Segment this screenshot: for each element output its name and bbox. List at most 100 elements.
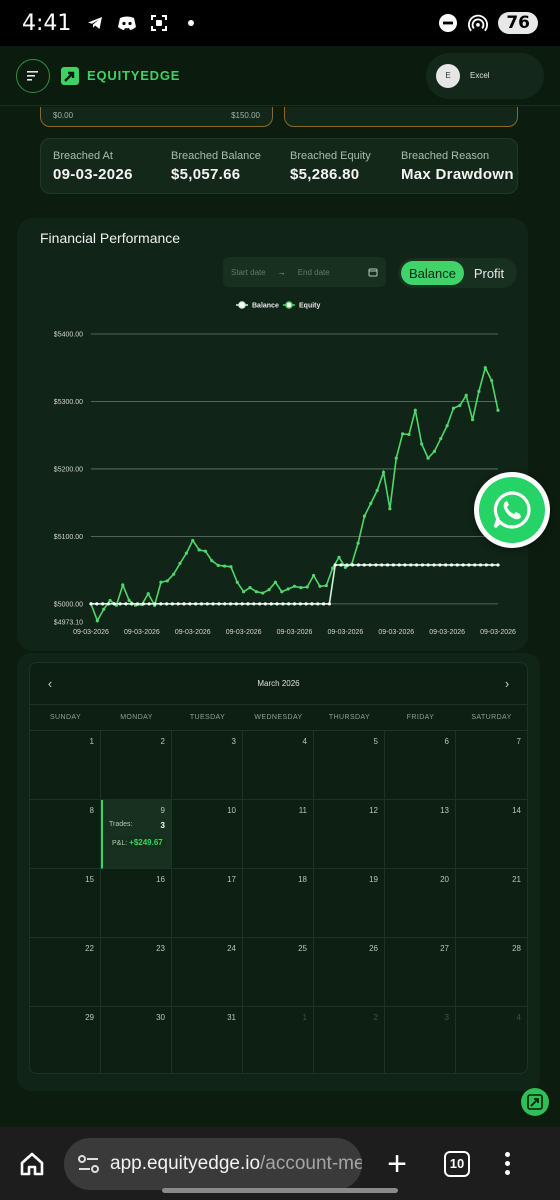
balance-point bbox=[368, 563, 372, 567]
next-month-button[interactable]: › bbox=[497, 676, 517, 691]
balance-point bbox=[118, 602, 122, 606]
equity-point bbox=[362, 514, 367, 518]
weekday-label: MONDAY bbox=[120, 714, 153, 721]
equity-point bbox=[267, 588, 271, 592]
equity-point bbox=[401, 432, 405, 436]
calendar-icon[interactable] bbox=[368, 267, 378, 277]
calendar-day[interactable]: 15 bbox=[30, 869, 101, 938]
calendar-day[interactable]: 6 bbox=[385, 731, 456, 800]
calendar-day[interactable]: 13 bbox=[385, 800, 456, 869]
calendar-day[interactable]: 27 bbox=[385, 938, 456, 1007]
calendar-day[interactable]: 22 bbox=[30, 938, 101, 1007]
equity-point bbox=[178, 561, 182, 565]
balance-point bbox=[124, 602, 128, 606]
menu-button[interactable] bbox=[16, 58, 50, 93]
calendar-day[interactable]: 18 bbox=[243, 869, 314, 938]
calendar-day[interactable]: 8 bbox=[30, 800, 101, 869]
calendar-day[interactable]: 16 bbox=[101, 869, 172, 938]
more-menu-button[interactable] bbox=[504, 1152, 510, 1175]
breach-label: Breached Reason bbox=[401, 150, 490, 162]
balance-point bbox=[351, 563, 355, 567]
balance-point bbox=[234, 602, 238, 606]
address-bar[interactable]: app.equityedge.io/account-met bbox=[64, 1137, 362, 1190]
equity-point bbox=[261, 591, 265, 595]
balance-toggle[interactable]: Balance bbox=[401, 261, 464, 285]
calendar-day[interactable]: 4 bbox=[243, 731, 314, 800]
calendar-day[interactable]: 1 bbox=[30, 731, 101, 800]
new-tab-button[interactable]: + bbox=[382, 1147, 412, 1181]
calendar-day[interactable]: 19 bbox=[314, 869, 385, 938]
calendar-day[interactable]: 11 bbox=[243, 800, 314, 869]
day-number: 2 bbox=[160, 737, 165, 746]
start-date-input[interactable]: Start date bbox=[231, 268, 266, 277]
calendar-day[interactable]: 12 bbox=[314, 800, 385, 869]
weekday-label: WEDNESDAY bbox=[254, 714, 303, 721]
calendar-day[interactable]: 23 bbox=[101, 938, 172, 1007]
balance-point bbox=[409, 563, 413, 567]
balance-point bbox=[339, 563, 343, 567]
whatsapp-button[interactable] bbox=[474, 472, 550, 548]
profit-toggle[interactable]: Profit bbox=[464, 261, 514, 285]
hotspot-icon bbox=[468, 13, 489, 33]
screen: 4:41 76 EQUITYEDGE E Excel $0.00 $150.00… bbox=[0, 0, 560, 1200]
calendar-day-with-trades[interactable]: 9 Trades: 3 P&L: +$249.67 bbox=[101, 800, 172, 869]
balance-point bbox=[95, 602, 99, 606]
balance-point bbox=[159, 602, 163, 606]
calendar-day[interactable]: 20 bbox=[385, 869, 456, 938]
calendar-day[interactable]: 14 bbox=[456, 800, 527, 869]
floating-app-button[interactable] bbox=[521, 1088, 549, 1116]
balance-point bbox=[420, 563, 425, 567]
day-number: 22 bbox=[85, 944, 94, 953]
x-tick-label: 09-03-2026 bbox=[277, 629, 313, 636]
calendar-day[interactable]: 24 bbox=[172, 938, 243, 1007]
day-number: 11 bbox=[298, 806, 307, 815]
calendar-day[interactable]: 31 bbox=[172, 1007, 243, 1073]
calendar-day[interactable]: 2 bbox=[101, 731, 172, 800]
calendar-day[interactable]: 29 bbox=[30, 1007, 101, 1073]
pnl-value: +$249.67 bbox=[129, 838, 163, 847]
home-button[interactable] bbox=[14, 1146, 50, 1182]
calendar-day[interactable]: 10 bbox=[172, 800, 243, 869]
weekday-label: TUESDAY bbox=[189, 714, 226, 721]
calendar-day[interactable]: 25 bbox=[243, 938, 314, 1007]
url-path: /account-met bbox=[260, 1152, 362, 1174]
calendar-day[interactable]: 30 bbox=[101, 1007, 172, 1073]
date-range-picker[interactable]: Start date → End date bbox=[223, 257, 386, 287]
legend-marker bbox=[238, 301, 246, 309]
day-number: 28 bbox=[512, 944, 521, 953]
metric-toggle: Balance Profit bbox=[398, 258, 517, 288]
balance-point bbox=[432, 563, 436, 567]
range-max: $150.00 bbox=[231, 111, 260, 120]
legend-marker bbox=[285, 301, 293, 309]
calendar-day[interactable]: 5 bbox=[314, 731, 385, 800]
tab-switcher-button[interactable]: 10 bbox=[444, 1150, 470, 1177]
brand[interactable]: EQUITYEDGE bbox=[60, 66, 180, 86]
x-tick-label: 09-03-2026 bbox=[226, 629, 262, 636]
balance-point bbox=[397, 563, 401, 567]
equity-point bbox=[375, 488, 379, 493]
equity-point bbox=[235, 580, 239, 584]
end-date-input[interactable]: End date bbox=[298, 268, 330, 277]
calendar-day[interactable]: 28 bbox=[456, 938, 527, 1007]
balance-point bbox=[205, 602, 209, 606]
prev-month-button[interactable]: ‹ bbox=[40, 676, 60, 691]
site-settings-icon[interactable] bbox=[76, 1153, 102, 1175]
calendar-day[interactable]: 17 bbox=[172, 869, 243, 938]
pnl-badge: P&L: +$249.67 bbox=[109, 836, 166, 849]
equity-point bbox=[388, 507, 392, 511]
balance-point bbox=[141, 602, 145, 606]
y-tick-label: $5200.00 bbox=[54, 466, 83, 473]
day-number: 27 bbox=[440, 944, 449, 953]
equity-point bbox=[311, 573, 316, 578]
x-tick-label: 09-03-2026 bbox=[378, 629, 414, 636]
calendar-day[interactable]: 26 bbox=[314, 938, 385, 1007]
balance-point bbox=[135, 602, 140, 606]
notification-icons bbox=[85, 13, 201, 33]
calendar-day[interactable]: 21 bbox=[456, 869, 527, 938]
calendar-day[interactable]: 7 bbox=[456, 731, 527, 800]
balance-point bbox=[164, 602, 169, 606]
calendar: ‹ March 2026 › SUNDAY MONDAY TUESDAY WED… bbox=[29, 662, 528, 1074]
balance-point bbox=[298, 602, 302, 606]
calendar-day[interactable]: 3 bbox=[172, 731, 243, 800]
account-selector[interactable]: E Excel bbox=[426, 52, 544, 99]
